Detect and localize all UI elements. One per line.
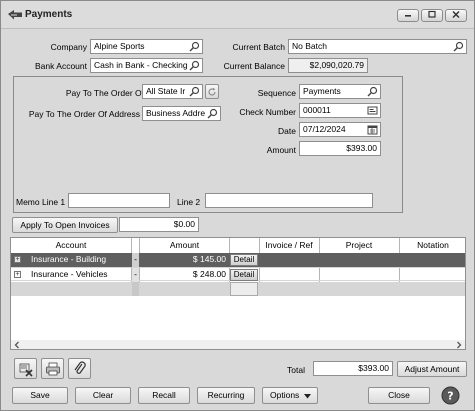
print-button[interactable] [41, 358, 64, 379]
apply-to-open-invoices-button[interactable]: Apply To Open Invoices [12, 217, 118, 233]
row-account[interactable]: Insurance - Vehicles [31, 268, 131, 282]
row-detail-button[interactable]: Detail [230, 254, 258, 266]
horizontal-scrollbar[interactable] [11, 340, 465, 350]
calendar-icon[interactable] [367, 124, 378, 135]
payments-icon [8, 10, 22, 20]
row-account[interactable]: Insurance - Building [31, 253, 131, 267]
pay-to-label: Pay To The Order Of [65, 88, 144, 98]
search-icon[interactable] [367, 86, 378, 97]
apply-amount-value: $0.00 [119, 217, 199, 232]
expand-row-icon[interactable]: + [14, 271, 21, 278]
memo-line-1-field[interactable] [68, 193, 170, 208]
close-window-button[interactable] [445, 9, 467, 22]
refresh-icon [208, 87, 216, 96]
sequence-label: Sequence [257, 88, 296, 98]
sequence-field[interactable]: Payments [299, 84, 381, 99]
check-number-field[interactable]: 000011 [299, 103, 381, 118]
printer-icon [46, 362, 60, 376]
payment-details-panel: Pay To The Order Of All State Ir Pay To … [13, 76, 403, 213]
pay-to-address-value: Business Addre [146, 108, 206, 118]
pay-to-value: All State Ir [146, 86, 186, 96]
row-amount[interactable]: $ 145.00 [141, 253, 226, 267]
search-icon[interactable] [189, 60, 200, 71]
help-button[interactable]: ? [441, 386, 460, 405]
search-icon[interactable] [453, 41, 464, 52]
save-button[interactable]: Save [12, 387, 68, 404]
recurring-button[interactable]: Recurring [197, 387, 255, 404]
window-title: Payments [25, 9, 73, 20]
adjust-amount-button[interactable]: Adjust Amount [397, 361, 467, 377]
bank-account-value: Cash in Bank - Checking [94, 60, 188, 70]
row-amount[interactable]: $ 248.00 [141, 268, 226, 282]
bank-account-field[interactable]: Cash in Bank - Checking [90, 58, 203, 73]
pay-to-field[interactable]: All State Ir [142, 84, 203, 99]
title-bar: Payments [1, 1, 474, 29]
distribution-grid: Account Amount Invoice / Ref Project Not… [10, 237, 466, 350]
total-value: $393.00 [313, 361, 393, 376]
refresh-payee-button[interactable] [205, 84, 219, 99]
check-number-label: Check Number [239, 107, 296, 117]
check-number-value: 000011 [303, 105, 331, 115]
search-icon[interactable] [189, 41, 200, 52]
help-icon: ? [441, 386, 460, 405]
date-value: 07/12/2024 [303, 124, 346, 134]
row-indicator [132, 282, 139, 296]
chevron-down-icon [304, 394, 311, 399]
amount-field[interactable]: $393.00 [299, 141, 381, 156]
column-header-notation[interactable]: Notation [399, 238, 465, 252]
pay-to-address-label: Pay To The Order Of Address [28, 109, 140, 119]
delete-tools-icon [19, 363, 33, 377]
current-batch-field[interactable]: No Batch [288, 39, 467, 54]
current-balance-label: Current Balance [223, 61, 285, 71]
total-label: Total [287, 365, 305, 375]
row-indicator: - [132, 268, 139, 282]
company-field[interactable]: Alpine Sports [90, 39, 203, 54]
current-batch-label: Current Batch [232, 42, 285, 52]
scroll-right-icon[interactable] [455, 340, 463, 350]
attach-button[interactable] [68, 358, 91, 379]
memo-line-2-label: Line 2 [177, 197, 201, 207]
options-label: Options [270, 390, 300, 400]
current-batch-value: No Batch [292, 41, 327, 51]
search-icon[interactable] [189, 86, 200, 97]
check-lookup-icon[interactable] [367, 105, 378, 116]
maximize-button[interactable] [421, 9, 443, 22]
minimize-button[interactable] [397, 9, 419, 22]
current-balance-value: $2,090,020.79 [288, 58, 368, 73]
expand-row-icon[interactable]: + [14, 256, 21, 263]
void-tools-button[interactable] [14, 358, 37, 379]
options-button[interactable]: Options [262, 387, 318, 404]
column-header-invoice-ref[interactable]: Invoice / Ref [259, 238, 319, 252]
payments-window: Payments Company Alpine Sports Current B… [0, 0, 475, 411]
minimize-icon [405, 15, 411, 17]
new-entry-row[interactable] [11, 282, 465, 296]
close-icon [452, 10, 460, 19]
scroll-left-icon[interactable] [13, 340, 21, 350]
column-header-account[interactable]: Account [11, 238, 131, 252]
date-field[interactable]: 07/12/2024 [299, 122, 381, 137]
paperclip-icon [74, 361, 86, 374]
row-indicator: - [132, 253, 139, 267]
memo-line-2-field[interactable] [205, 193, 373, 208]
svg-text:?: ? [447, 390, 453, 403]
close-button[interactable]: Close [368, 387, 430, 404]
row-detail-button[interactable]: Detail [230, 269, 258, 281]
clear-button[interactable]: Clear [75, 387, 131, 404]
search-icon[interactable] [207, 108, 218, 119]
company-value: Alpine Sports [94, 41, 145, 51]
bank-account-label: Bank Account [35, 61, 87, 71]
column-header-project[interactable]: Project [319, 238, 399, 252]
pay-to-address-field[interactable]: Business Addre [142, 106, 221, 121]
recall-button[interactable]: Recall [138, 387, 190, 404]
amount-label: Amount [266, 145, 296, 155]
column-header-amount[interactable]: Amount [139, 238, 230, 252]
sequence-value: Payments [303, 86, 341, 96]
table-row[interactable]: + Insurance - Vehicles - $ 248.00 Detail [11, 267, 465, 282]
memo-line-1-label: Memo Line 1 [16, 197, 66, 207]
table-row[interactable]: + Insurance - Building - $ 145.00 Detail [11, 253, 465, 267]
new-row-detail-slot [230, 282, 258, 296]
maximize-icon [428, 10, 436, 18]
company-label: Company [50, 42, 87, 52]
date-label: Date [278, 126, 296, 136]
